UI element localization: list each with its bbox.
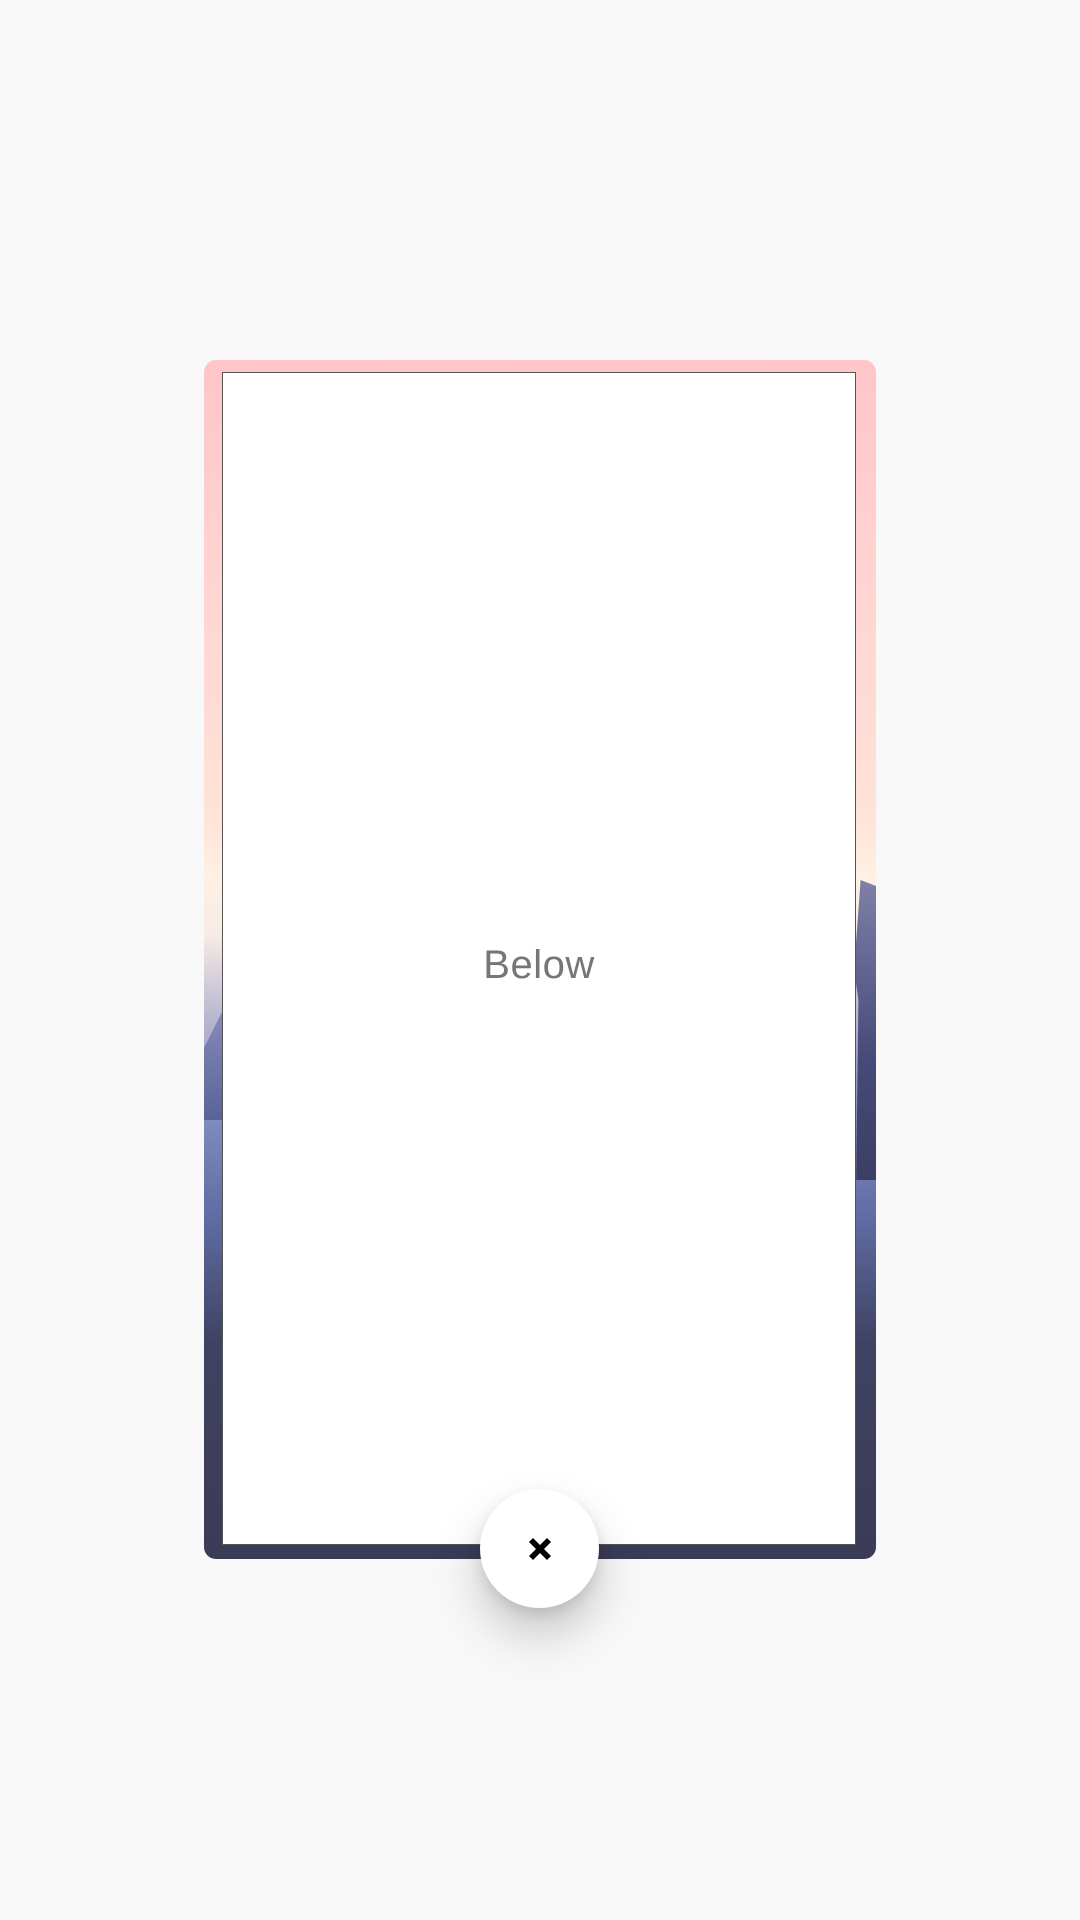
preview-panel: Below [222, 372, 856, 1545]
screen: Below [0, 0, 1080, 1920]
tree-silhouette [854, 880, 876, 1180]
panel-label: Below [483, 943, 595, 987]
close-button[interactable] [480, 1489, 599, 1608]
close-icon [528, 1537, 551, 1560]
wallpaper-preview-frame: Below [204, 360, 876, 1559]
